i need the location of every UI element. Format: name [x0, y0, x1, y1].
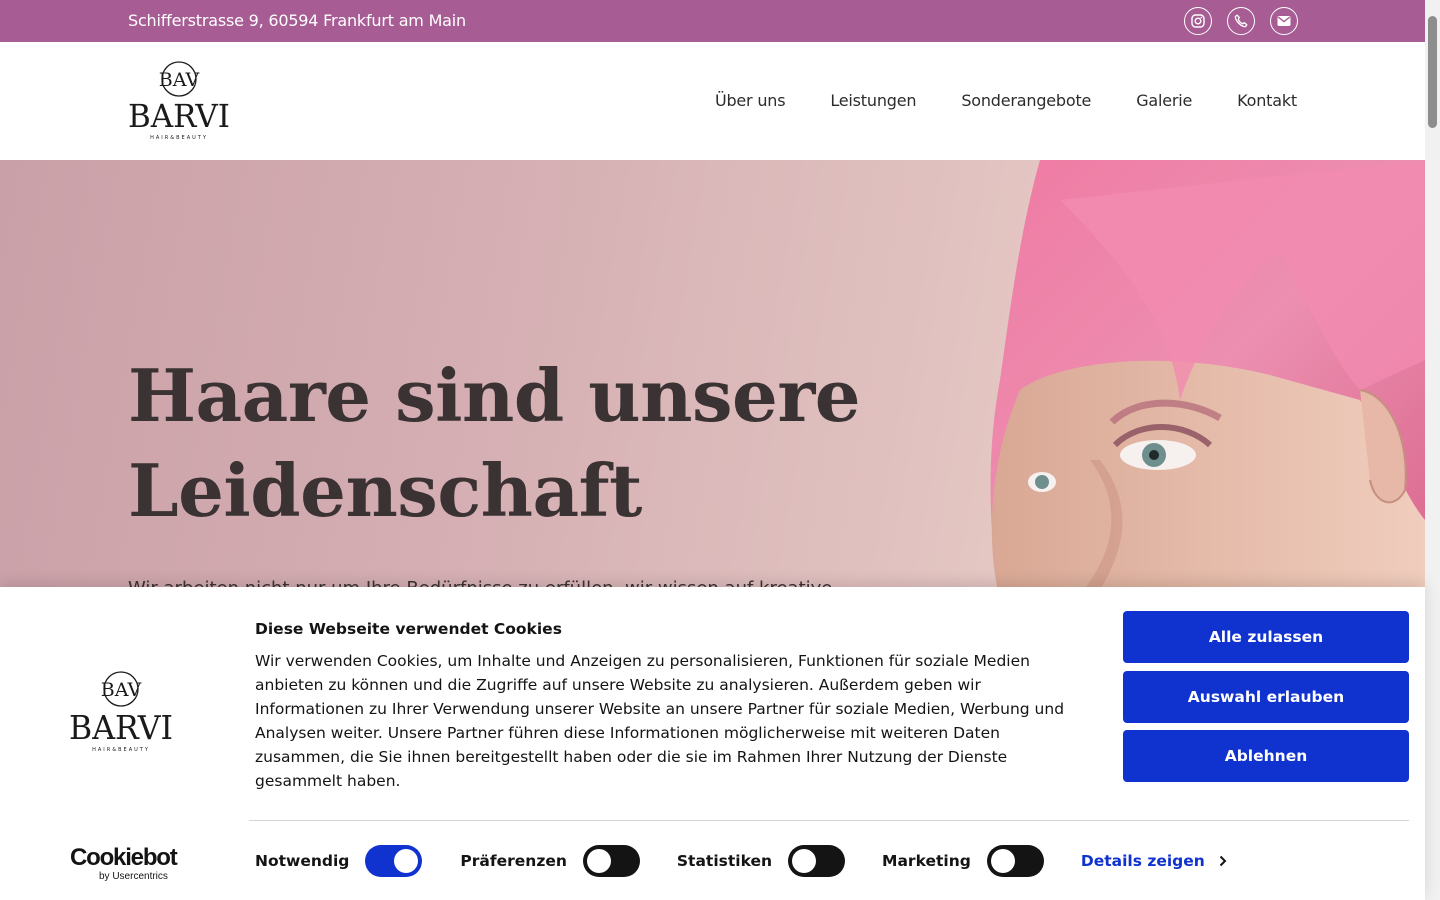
address-text: Schifferstrasse 9, 60594 Frankfurt am Ma…: [128, 11, 466, 30]
toggle-label-marketing: Marketing: [882, 852, 971, 870]
nav-kontakt[interactable]: Kontakt: [1237, 91, 1297, 110]
cookiebot-name: Cookiebot: [70, 844, 178, 871]
page-scrollbar[interactable]: [1425, 0, 1440, 900]
toggle-group-statistiken: Statistiken: [676, 845, 846, 877]
mail-icon[interactable]: [1270, 7, 1298, 35]
toggle-marketing[interactable]: [986, 845, 1044, 877]
toggle-group-marketing: Marketing: [882, 845, 1044, 877]
cookie-divider: [249, 820, 1409, 821]
barvi-logo[interactable]: BAV BARVI HAIR&BEAUTY: [128, 61, 232, 141]
cookiebot-logo[interactable]: Cookiebot by Usercentrics: [70, 844, 178, 883]
toggle-praeferenzen[interactable]: [582, 845, 640, 877]
chevron-right-icon: [1219, 855, 1227, 867]
cookie-consent-dialog: BAV BARVI HAIR&BEAUTY Diese Webseite ver…: [0, 587, 1425, 900]
allow-selection-button[interactable]: Auswahl erlauben: [1123, 671, 1409, 723]
allow-all-button[interactable]: Alle zulassen: [1123, 611, 1409, 663]
cookie-toggles: Notwendig Präferenzen Statistiken Market…: [255, 845, 1227, 877]
phone-icon[interactable]: [1227, 7, 1255, 35]
toggle-notwendig[interactable]: [365, 845, 423, 877]
details-link[interactable]: Details zeigen: [1081, 852, 1227, 870]
toggle-label-praeferenzen: Präferenzen: [460, 852, 567, 870]
toggle-statistiken[interactable]: [788, 845, 846, 877]
hero-headline-line2: Leidenschaft: [128, 448, 642, 533]
nav-sonderangebote[interactable]: Sonderangebote: [961, 91, 1091, 110]
main-nav: Über uns Leistungen Sonderangebote Galer…: [715, 91, 1297, 110]
svg-text:BARVI: BARVI: [128, 97, 230, 135]
top-bar: Schifferstrasse 9, 60594 Frankfurt am Ma…: [0, 0, 1425, 42]
instagram-icon[interactable]: [1184, 7, 1212, 35]
scrollbar-thumb[interactable]: [1428, 16, 1437, 128]
details-link-label: Details zeigen: [1080, 852, 1205, 870]
toggle-label-notwendig: Notwendig: [255, 852, 350, 870]
cookie-brand-logo: BAV BARVI HAIR&BEAUTY: [68, 671, 176, 755]
cookiebot-byline: by Usercentrics: [99, 871, 168, 882]
svg-text:BAV: BAV: [159, 69, 200, 91]
hero-headline: Haare sind unsere Leidenschaft: [128, 348, 888, 538]
svg-text:HAIR&BEAUTY: HAIR&BEAUTY: [92, 747, 150, 753]
toggle-group-praeferenzen: Präferenzen: [460, 845, 640, 877]
svg-text:BAV: BAV: [101, 679, 142, 701]
deny-button[interactable]: Ablehnen: [1123, 730, 1409, 782]
nav-leistungen[interactable]: Leistungen: [830, 91, 916, 110]
hero-model-image: [990, 160, 1425, 600]
site-header: BAV BARVI HAIR&BEAUTY Über uns Leistunge…: [0, 42, 1425, 160]
cookie-text: Wir verwenden Cookies, um Inhalte und An…: [255, 652, 1065, 790]
nav-ueber-uns[interactable]: Über uns: [715, 91, 786, 110]
toggle-label-statistiken: Statistiken: [676, 852, 773, 870]
nav-galerie[interactable]: Galerie: [1136, 91, 1192, 110]
social-icons: [1184, 7, 1298, 35]
svg-text:BARVI: BARVI: [69, 708, 173, 747]
toggle-group-notwendig: Notwendig: [255, 845, 423, 877]
cookie-title: Diese Webseite verwendet Cookies: [255, 620, 562, 638]
svg-text:HAIR&BEAUTY: HAIR&BEAUTY: [150, 135, 208, 141]
hero-section: Haare sind unsere Leidenschaft Wir arbei…: [0, 160, 1425, 600]
hero-headline-line1: Haare sind unsere: [128, 353, 861, 438]
